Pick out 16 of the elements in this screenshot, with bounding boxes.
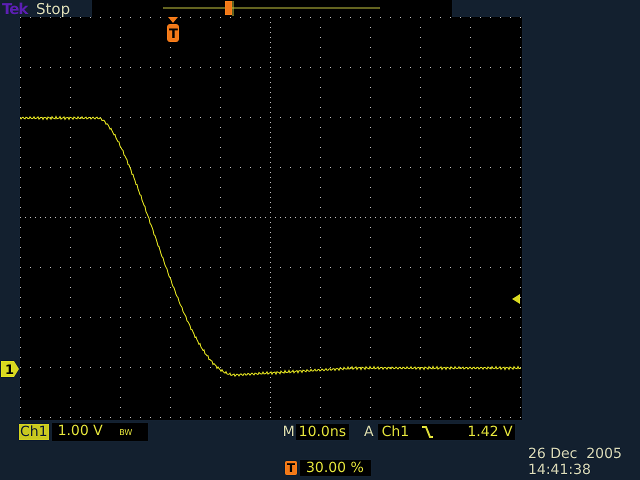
trigger-level-marker[interactable] <box>512 294 520 304</box>
trigger-position-readout: 30.00 % <box>300 460 371 476</box>
brand-logo: Tek <box>1 0 30 18</box>
channel-label: Ch1 <box>19 424 49 440</box>
time-display: 14:41:38 <box>528 462 592 478</box>
timebase-label: M <box>282 424 295 440</box>
acquisition-status: Stop <box>36 0 72 18</box>
trigger-label: A <box>364 424 374 440</box>
date-display: 26 Dec 2005 <box>528 446 622 462</box>
volts-per-div-readout: 1.00 V BW <box>52 423 148 441</box>
trigger-level-readout: 1.42 V <box>467 424 514 440</box>
channel-marker[interactable]: 1 <box>0 360 20 378</box>
trigger-source: Ch1 <box>382 424 410 440</box>
trigger-position-icon: T <box>285 460 297 474</box>
bandwidth-limit-indicator: BW <box>119 428 132 437</box>
timebase-readout: 10.0ns <box>296 424 349 440</box>
